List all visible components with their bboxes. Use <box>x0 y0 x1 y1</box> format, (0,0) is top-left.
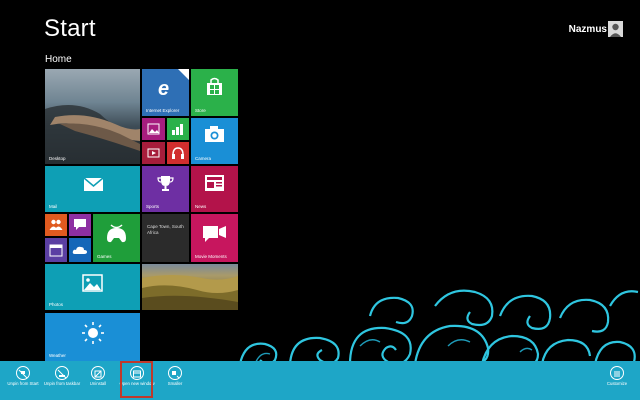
tile-small-finance[interactable] <box>167 118 189 140</box>
store-icon <box>207 77 222 95</box>
tile-sports[interactable]: Sports <box>142 166 189 212</box>
customize-label: Customize <box>606 381 628 386</box>
sports-trophy-icon <box>157 176 174 191</box>
pictures-icon <box>147 123 160 135</box>
calendar-icon <box>49 244 63 257</box>
tile-news[interactable]: News <box>191 166 238 212</box>
tile-photos[interactable]: Photos <box>45 264 140 310</box>
tile-camera[interactable]: Camera <box>191 118 238 164</box>
camera-icon <box>205 126 224 142</box>
tile-internet-explorer-label: Internet Explorer <box>146 108 180 113</box>
unpin-from-start-label: Unpin from Start <box>7 381 39 386</box>
user-name[interactable]: Nazmus <box>569 24 607 35</box>
tile-mail[interactable]: Mail <box>45 166 140 212</box>
tile-games-label: Games <box>97 254 112 259</box>
uninstall-button[interactable]: Uninstall <box>78 364 118 386</box>
cloud-icon <box>72 246 87 254</box>
smaller-button[interactable]: Smaller <box>155 364 195 386</box>
tile-mail-label: Mail <box>49 204 58 209</box>
tile-small-skydrive[interactable] <box>69 238 91 262</box>
photos-icon <box>82 274 103 292</box>
smaller-label: Smaller <box>167 381 183 386</box>
uninstall-label: Uninstall <box>89 381 107 386</box>
customize-icon <box>610 366 624 380</box>
tile-weather-city-label: Cape Town, South Africa <box>147 224 184 235</box>
tile-games[interactable]: Games <box>93 214 140 262</box>
people-icon <box>49 219 63 230</box>
headphones-icon <box>172 147 184 159</box>
unpin-from-taskbar-label: Unpin from taskbar <box>43 381 81 386</box>
group-label: Home <box>45 54 72 65</box>
uninstall-icon <box>91 366 105 380</box>
tile-store[interactable]: Store <box>191 69 238 116</box>
tile-weather-label: Weather <box>49 353 66 358</box>
unpin-taskbar-icon <box>55 366 69 380</box>
news-icon <box>205 175 224 191</box>
tile-small-messaging[interactable] <box>69 214 91 236</box>
mail-icon <box>83 177 104 191</box>
page-title: Start <box>44 15 96 42</box>
tile-small-people[interactable] <box>45 214 67 236</box>
tile-movie-moments-label: Movie Moments <box>195 254 227 259</box>
tile-small-music[interactable] <box>167 142 189 164</box>
messaging-icon <box>74 219 86 230</box>
tile-small-calendar[interactable] <box>45 238 67 262</box>
selection-highlight <box>120 361 153 398</box>
unpin-from-start-button[interactable]: Unpin from Start <box>3 364 43 386</box>
tile-movie-moments[interactable]: Movie Moments <box>191 214 238 262</box>
background-swirls <box>238 289 639 364</box>
finance-chart-icon <box>172 124 183 135</box>
video-icon <box>147 148 160 158</box>
internet-explorer-icon: e <box>158 78 170 100</box>
tile-small-pictures[interactable] <box>142 118 165 140</box>
movie-moments-icon <box>203 226 226 242</box>
tile-camera-label: Camera <box>195 156 212 161</box>
tile-small-video[interactable] <box>142 142 165 164</box>
tile-store-label: Store <box>195 108 206 113</box>
unpin-icon <box>16 366 30 380</box>
unpin-from-taskbar-button[interactable]: Unpin from taskbar <box>42 364 82 386</box>
tile-internet-explorer[interactable]: e Internet Explorer <box>142 69 189 116</box>
tile-desktop[interactable]: Desktop <box>45 69 140 164</box>
tile-photos-label: Photos <box>49 302 64 307</box>
games-controller-icon <box>107 224 126 243</box>
tile-news-label: News <box>195 204 207 209</box>
smaller-icon <box>168 366 182 380</box>
tile-weather-live[interactable]: Cape Town, South Africa <box>142 214 189 262</box>
weather-sun-icon <box>82 322 104 344</box>
customize-button[interactable]: Customize <box>597 364 637 386</box>
tile-sports-label: Sports <box>146 204 160 209</box>
user-icon[interactable] <box>608 21 623 37</box>
selected-check-icon <box>178 69 189 80</box>
tile-weather[interactable]: Weather <box>45 313 140 361</box>
tile-desktop-label: Desktop <box>49 156 66 161</box>
